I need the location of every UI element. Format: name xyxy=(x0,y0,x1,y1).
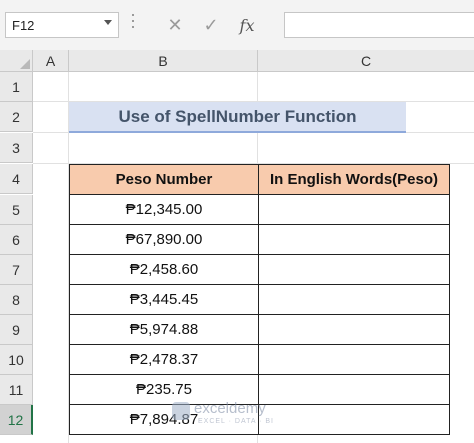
name-box[interactable]: F12 xyxy=(5,12,119,38)
row-header-7[interactable]: 7 xyxy=(0,255,33,285)
exceldemy-watermark: exceldemy EXCEL · DATA · BI xyxy=(172,398,302,430)
name-box-value: F12 xyxy=(12,18,35,33)
table-header-peso-number[interactable]: Peso Number xyxy=(69,164,259,195)
row-header-6[interactable]: 6 xyxy=(0,225,33,255)
more-icon[interactable] xyxy=(132,14,134,36)
row-header-10[interactable]: 10 xyxy=(0,345,33,375)
chevron-down-icon[interactable] xyxy=(104,20,112,25)
function-icon[interactable]: fx xyxy=(234,12,260,38)
row-header-12[interactable]: 12 xyxy=(0,405,33,435)
row-header-5[interactable]: 5 xyxy=(0,195,33,225)
table-header-english-words[interactable]: In English Words(Peso) xyxy=(258,164,450,195)
row-header-8[interactable]: 8 xyxy=(0,285,33,315)
row-header-4[interactable]: 4 xyxy=(0,164,33,194)
cancel-icon[interactable]: ✕ xyxy=(162,12,188,38)
words-cell[interactable] xyxy=(258,285,450,315)
formula-bar: F12 ✕ ✓ fx xyxy=(0,0,474,51)
column-header-b[interactable]: B xyxy=(69,50,258,72)
words-cell[interactable] xyxy=(258,255,450,285)
words-cell[interactable] xyxy=(258,345,450,375)
worksheet-grid: A B C 1 2 3 4 5 6 7 8 9 10 11 12 Use of … xyxy=(0,50,474,443)
formula-buttons: ✕ ✓ fx xyxy=(150,12,278,38)
peso-cell[interactable]: ₱3,445.45 xyxy=(69,285,259,315)
select-all-icon xyxy=(20,59,30,69)
fx-label: fx xyxy=(239,16,255,35)
peso-cell[interactable]: ₱67,890.00 xyxy=(69,225,259,255)
exceldemy-logo-icon xyxy=(172,402,190,420)
row-header-2[interactable]: 2 xyxy=(0,102,33,132)
watermark-tagline: EXCEL · DATA · BI xyxy=(198,418,274,425)
row-header-1[interactable]: 1 xyxy=(0,72,33,102)
words-cell[interactable] xyxy=(258,315,450,345)
peso-cell[interactable]: ₱2,458.60 xyxy=(69,255,259,285)
enter-icon[interactable]: ✓ xyxy=(198,12,224,38)
words-cell[interactable] xyxy=(258,225,450,255)
column-header-c[interactable]: C xyxy=(258,50,474,72)
watermark-name: exceldemy xyxy=(194,400,266,417)
words-cell[interactable] xyxy=(258,195,450,225)
peso-cell[interactable]: ₱5,974.88 xyxy=(69,315,259,345)
formula-input[interactable] xyxy=(284,12,474,38)
row-header-9[interactable]: 9 xyxy=(0,315,33,345)
sheet-title[interactable]: Use of SpellNumber Function xyxy=(69,102,406,133)
select-all-button[interactable] xyxy=(0,50,33,72)
row-header-3[interactable]: 3 xyxy=(0,133,33,163)
row-header-11[interactable]: 11 xyxy=(0,375,33,405)
peso-cell[interactable]: ₱2,478.37 xyxy=(69,345,259,375)
peso-cell[interactable]: ₱12,345.00 xyxy=(69,195,259,225)
column-header-a[interactable]: A xyxy=(33,50,69,72)
